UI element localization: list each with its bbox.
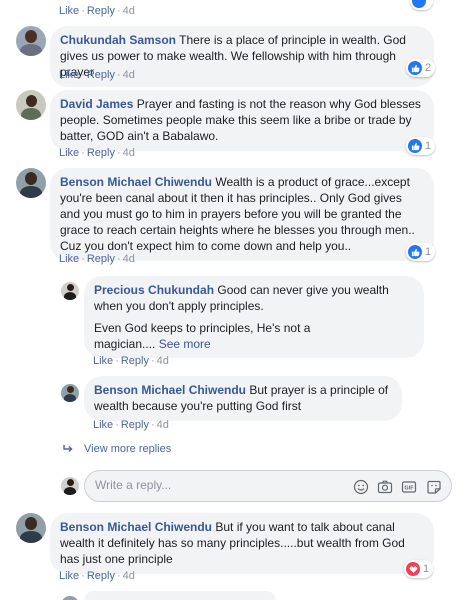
like-link[interactable]: Like xyxy=(59,5,79,17)
timestamp[interactable]: 4d xyxy=(123,570,135,582)
avatar[interactable] xyxy=(61,282,79,300)
reply-bubble: Precious Chukundah Good can never give y… xyxy=(84,276,424,358)
reply-actions: Like · Reply · 4d xyxy=(93,419,169,431)
timestamp[interactable]: 4d xyxy=(123,253,135,265)
view-more-replies-label: View more replies xyxy=(84,443,172,455)
reaction-badge[interactable]: 1 xyxy=(406,243,436,261)
like-link[interactable]: Like xyxy=(59,147,79,159)
reaction-badge[interactable]: 2 xyxy=(406,59,436,77)
avatar[interactable] xyxy=(61,384,79,402)
emoji-icon[interactable] xyxy=(353,479,369,495)
reaction-count: 1 xyxy=(423,563,430,575)
reply-author[interactable]: Benson Michael Chiwendu xyxy=(94,383,246,397)
camera-icon[interactable] xyxy=(377,479,393,495)
comment-bubble: Benson Michael Chiwendu But if you want … xyxy=(50,513,434,574)
reply-input[interactable] xyxy=(95,478,335,492)
avatar[interactable] xyxy=(61,596,79,600)
reply-author[interactable]: Precious Chukundah xyxy=(94,283,214,297)
like-link[interactable]: Like xyxy=(93,355,113,367)
reply-link[interactable]: Reply xyxy=(121,419,149,431)
comment-actions: Like · Reply · 4d xyxy=(59,253,135,265)
reaction-badge[interactable]: 1 xyxy=(406,137,436,155)
comment-actions: Like · Reply · 4d xyxy=(59,5,135,17)
reaction-count: 1 xyxy=(425,140,432,152)
avatar[interactable] xyxy=(16,168,46,198)
comment-actions: Like · Reply · 4d xyxy=(59,147,135,159)
comment-actions: Like · Reply · 4d xyxy=(59,69,135,81)
like-reaction-icon xyxy=(408,245,422,259)
timestamp[interactable]: 4d xyxy=(123,5,135,17)
reply-actions: Like · Reply · 4d xyxy=(93,355,169,367)
like-reaction-icon xyxy=(408,139,422,153)
reply-bubble: Benson Michael Chiwendu But prayer is a … xyxy=(84,376,402,421)
avatar[interactable] xyxy=(61,477,79,495)
like-link[interactable]: Like xyxy=(59,69,79,81)
comment-author[interactable]: Benson Michael Chiwendu xyxy=(60,520,212,534)
like-link[interactable]: Like xyxy=(59,253,79,265)
comment-author[interactable]: Chukundah Samson xyxy=(60,33,176,47)
avatar[interactable] xyxy=(16,90,46,120)
view-more-replies[interactable]: View more replies xyxy=(62,443,171,455)
heart-reaction-icon xyxy=(406,562,420,576)
reply-link[interactable]: Reply xyxy=(121,355,149,367)
reply-link[interactable]: Reply xyxy=(87,69,115,81)
reaction-count: 2 xyxy=(425,62,432,74)
reply-link[interactable]: Reply xyxy=(87,570,115,582)
timestamp[interactable]: 4d xyxy=(123,69,135,81)
timestamp[interactable]: 4d xyxy=(157,419,169,431)
comment-actions: Like · Reply · 4d xyxy=(59,570,135,582)
comment-author[interactable]: David James xyxy=(60,97,133,111)
timestamp[interactable]: 4d xyxy=(157,355,169,367)
like-link[interactable]: Like xyxy=(59,570,79,582)
reply-arrow-icon xyxy=(63,445,73,452)
comment-bubble: Benson Michael Chiwendu Wealth is a prod… xyxy=(50,168,434,261)
reply-input-box[interactable]: GIF xyxy=(84,470,452,502)
gif-icon[interactable]: GIF xyxy=(401,479,417,495)
reaction-count: 1 xyxy=(425,246,432,258)
reply-bubble xyxy=(84,591,276,600)
reply-link[interactable]: Reply xyxy=(87,147,115,159)
avatar[interactable] xyxy=(16,513,46,543)
avatar[interactable] xyxy=(16,26,46,56)
like-reaction-icon xyxy=(412,0,426,8)
sticker-icon[interactable] xyxy=(426,479,442,495)
timestamp[interactable]: 4d xyxy=(123,147,135,159)
reaction-badge[interactable]: 1 xyxy=(404,560,434,578)
like-link[interactable]: Like xyxy=(93,419,113,431)
comment-bubble: David James Prayer and fasting is not th… xyxy=(50,90,434,151)
svg-text:GIF: GIF xyxy=(404,486,414,492)
comment-author[interactable]: Benson Michael Chiwendu xyxy=(60,175,212,189)
reaction-badge[interactable] xyxy=(410,0,433,10)
reply-link[interactable]: Reply xyxy=(87,5,115,17)
like-reaction-icon xyxy=(408,61,422,75)
see-more-link[interactable]: See more xyxy=(159,337,211,351)
reply-link[interactable]: Reply xyxy=(87,253,115,265)
